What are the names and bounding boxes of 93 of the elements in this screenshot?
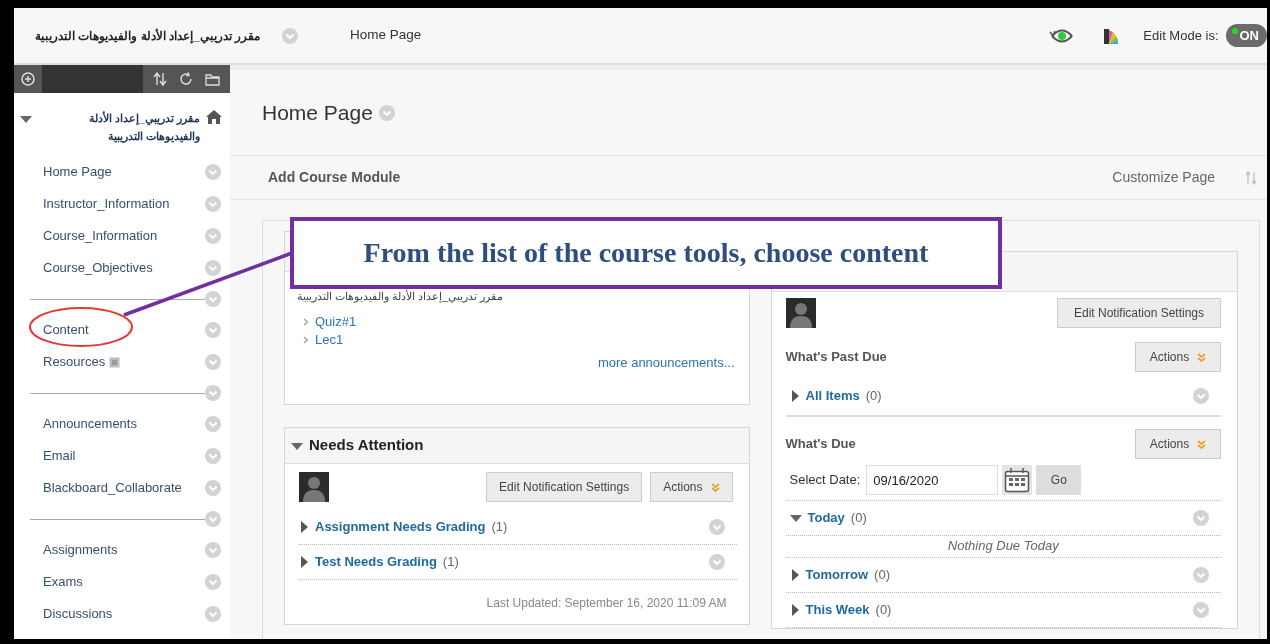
page-title: Home Page xyxy=(350,26,422,45)
edit-mode-toggle[interactable]: ON xyxy=(1225,23,1267,48)
sidebar-link[interactable]: Resources xyxy=(43,352,106,372)
avatar-icon xyxy=(299,472,329,502)
course-name: مقرر تدريبي_إعداد الأدلة والفيديوهات التدريبية xyxy=(297,290,504,302)
double-chevron-icon xyxy=(1197,352,1207,362)
announcement-link[interactable]: Lec1 xyxy=(315,330,344,349)
avatar-icon xyxy=(785,298,816,328)
sidebar-link[interactable]: Assignments xyxy=(43,540,118,560)
edit-notification-button[interactable]: Edit Notification Settings xyxy=(1057,298,1221,328)
chevron-icon[interactable] xyxy=(205,164,221,180)
chevron-icon[interactable] xyxy=(205,542,221,558)
caret-right-icon[interactable] xyxy=(789,569,800,581)
item-link[interactable]: All Items xyxy=(805,386,860,406)
caret-right-icon[interactable] xyxy=(789,604,800,616)
empty-message: Nothing Due Today xyxy=(947,538,1059,553)
caret-down-icon[interactable] xyxy=(789,512,802,524)
double-chevron-icon xyxy=(710,482,720,492)
item-link[interactable]: Assignment Needs Grading xyxy=(315,517,486,537)
course-title[interactable]: مقرر تدريبي_إعداد الأدلة والفيديوهات التدريبية xyxy=(35,26,260,45)
add-module-button[interactable]: Add Course Module xyxy=(268,167,1113,188)
edit-notification-button[interactable]: Edit Notification Settings xyxy=(486,472,643,502)
chevron-icon[interactable] xyxy=(1193,388,1209,404)
chevron-icon[interactable] xyxy=(1193,567,1209,583)
sidebar-link[interactable]: Course_Information xyxy=(43,226,158,246)
caret-right-icon[interactable] xyxy=(789,390,800,402)
chevron-icon[interactable] xyxy=(205,385,221,401)
chevron-icon[interactable] xyxy=(205,291,221,307)
sidebar-link[interactable]: Email xyxy=(43,446,76,466)
item-link[interactable]: This Week xyxy=(805,600,870,620)
item-count: (0) xyxy=(865,387,882,406)
select-date-label: Select Date: xyxy=(789,471,861,490)
last-updated-text: Last Updated: September 16, 2020 11:09 AM xyxy=(485,595,728,612)
callout-box: From the list of the course tools, choose content xyxy=(290,217,1002,289)
chevron-icon[interactable] xyxy=(708,554,725,570)
sidebar-link[interactable]: Announcements xyxy=(43,414,137,434)
item-link[interactable]: Tomorrow xyxy=(805,565,869,585)
sidebar-link[interactable]: Home Page xyxy=(43,162,112,182)
folder-icon[interactable] xyxy=(205,72,220,86)
sidebar-link[interactable]: Course_Objectives xyxy=(43,258,153,278)
refresh-icon[interactable] xyxy=(179,72,193,86)
course-title[interactable]: مقرر تدريبي_إعداد الأدلة والفيديوهات التدريبية xyxy=(38,110,200,146)
date-field[interactable]: 09/16/2020 xyxy=(866,465,999,495)
section-title: What's Due xyxy=(785,435,857,454)
sidebar-link[interactable]: Blackboard_Collaborate xyxy=(43,478,182,498)
actions-button[interactable]: Actions xyxy=(650,472,733,502)
chevron-icon[interactable] xyxy=(205,574,221,590)
go-button[interactable]: Go xyxy=(1036,465,1082,495)
chevron-icon[interactable] xyxy=(205,354,221,370)
customize-page-button[interactable]: Customize Page xyxy=(1112,167,1215,188)
chevron-icon[interactable] xyxy=(205,606,221,622)
chevron-icon[interactable] xyxy=(205,260,221,276)
caret-right-icon[interactable] xyxy=(299,556,309,568)
double-chevron-icon xyxy=(1197,439,1207,449)
chevron-icon[interactable] xyxy=(205,448,221,464)
sidebar-link[interactable]: Instructor_Information xyxy=(43,194,170,214)
chevron-icon[interactable] xyxy=(1193,510,1209,526)
chevron-icon[interactable] xyxy=(205,322,221,338)
chevron-icon[interactable] xyxy=(282,27,298,44)
chevron-icon[interactable] xyxy=(1193,602,1209,618)
chevron-icon[interactable] xyxy=(205,511,221,527)
announcement-link[interactable]: Quiz#1 xyxy=(315,312,357,331)
chevron-icon[interactable] xyxy=(708,519,725,535)
more-announcements-link[interactable]: more announcements... xyxy=(597,354,735,370)
page-heading: Home Page xyxy=(262,99,373,126)
chevron-icon[interactable] xyxy=(205,480,221,496)
item-count: (0) xyxy=(850,509,867,528)
section-title: What's Past Due xyxy=(785,348,888,367)
item-link[interactable]: Test Needs Grading xyxy=(315,552,437,572)
chevron-icon[interactable] xyxy=(205,196,221,212)
edit-mode-label: Edit Mode is: xyxy=(1143,26,1219,45)
chevron-icon[interactable] xyxy=(378,104,395,121)
palette-icon[interactable] xyxy=(1103,26,1120,45)
item-link[interactable]: Today xyxy=(807,508,845,528)
chevron-icon[interactable] xyxy=(205,228,221,244)
home-icon[interactable] xyxy=(206,110,222,124)
sidebar-link[interactable]: Discussions xyxy=(43,604,113,624)
actions-button[interactable]: Actions xyxy=(1135,429,1221,459)
caret-right-icon[interactable] xyxy=(299,521,309,533)
caret-down-icon[interactable] xyxy=(20,113,32,125)
calendar-icon[interactable] xyxy=(1002,465,1033,495)
item-count: (1) xyxy=(491,518,508,537)
item-count: (0) xyxy=(874,566,890,585)
item-count: (0) xyxy=(875,601,892,620)
actions-button[interactable]: Actions xyxy=(1135,342,1221,372)
module-icon xyxy=(109,356,121,368)
item-count: (1) xyxy=(442,553,459,572)
sort-icon[interactable] xyxy=(153,72,167,86)
chevron-icon[interactable] xyxy=(205,416,221,432)
module-title: Needs Attention xyxy=(309,435,424,456)
reorder-icon[interactable] xyxy=(1245,170,1257,185)
sidebar-link[interactable]: Exams xyxy=(43,572,83,592)
add-icon[interactable] xyxy=(21,72,35,86)
